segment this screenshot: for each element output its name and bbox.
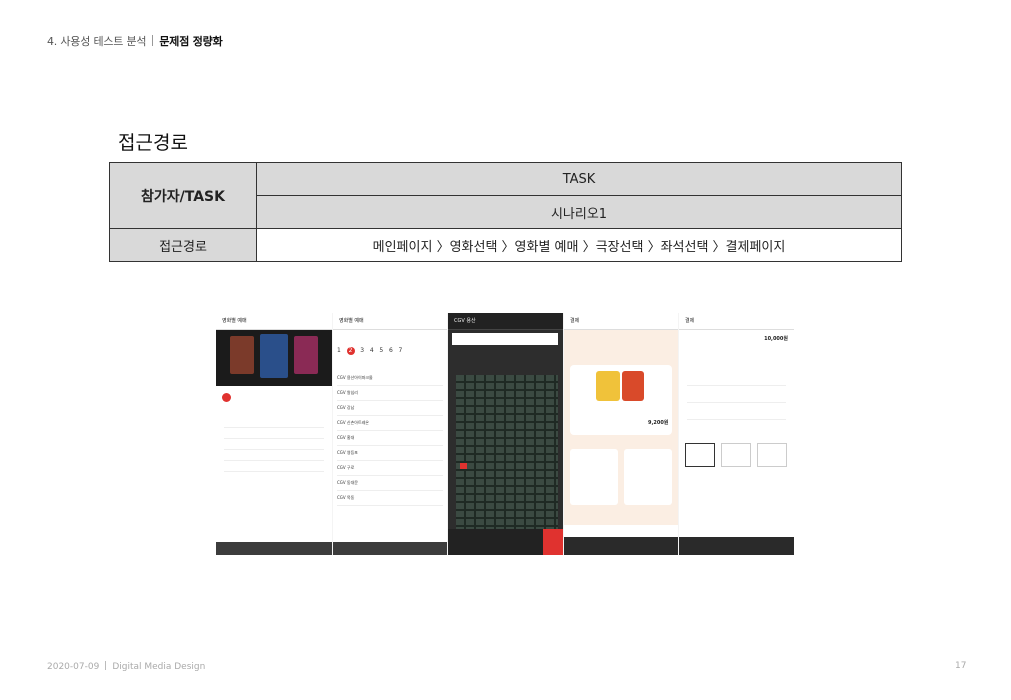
participant-task-header: 참가자/TASK <box>109 162 257 229</box>
task-header: TASK <box>256 162 902 196</box>
seat-grid <box>456 375 558 535</box>
footer-org: Digital Media Design <box>112 662 206 672</box>
bottom-bar <box>679 537 794 555</box>
payment-method-option <box>757 443 787 467</box>
theater-item: CGV 동대문 <box>337 476 443 491</box>
snack-price: 9,200원 <box>648 420 669 426</box>
list-item <box>224 439 324 450</box>
payment-section <box>687 403 786 420</box>
snack-card: 9,200원 <box>570 365 672 435</box>
selected-date: 2 <box>346 347 355 355</box>
page-header: 4. 사용성 테스트 분석 문제점 정량화 <box>47 33 223 49</box>
screen-theater-select: 영화별 예매 1 2 3 4 5 6 7 CGV 용산아이파크몰 CGV 왕십리… <box>333 313 447 555</box>
bottom-bar <box>564 537 678 555</box>
bottom-bar <box>216 542 332 555</box>
header-divider <box>152 35 154 46</box>
poster-image <box>294 336 318 374</box>
theater-item: CGV 영등포 <box>337 446 443 461</box>
footer-date: 2020-07-09 <box>47 662 100 672</box>
payment-section <box>687 386 786 403</box>
theater-item: CGV 왕십리 <box>337 386 443 401</box>
theater-item: CGV 구로 <box>337 461 443 476</box>
next-button <box>543 529 563 555</box>
screen4-title: 결제 <box>564 313 678 330</box>
poster-carousel <box>216 330 332 386</box>
screen1-title: 영화별 예매 <box>216 313 332 330</box>
screen-payment: 결제 10,000원 <box>679 313 794 555</box>
theater-item: CGV 홍대 <box>337 431 443 446</box>
header-section: 4. 사용성 테스트 분석 <box>47 35 147 48</box>
screen2-title: 영화별 예매 <box>333 313 447 330</box>
list-item <box>224 428 324 439</box>
people-select-bar <box>452 333 558 345</box>
access-path-table: 참가자/TASK TASK 시나리오1 접근경로 메인페이지 〉영화선택 〉영화… <box>109 162 902 262</box>
payment-method-option <box>685 443 715 467</box>
theater-item: CGV 강남 <box>337 401 443 416</box>
path-label: 접근경로 <box>109 228 257 262</box>
snack-option <box>570 449 618 505</box>
poster-image <box>230 336 254 374</box>
popcorn-image <box>596 371 620 401</box>
screen-snack-offer: 결제 9,200원 <box>564 313 678 555</box>
screen-seat-select: CGV 용산 <box>448 313 563 555</box>
screen3-title: CGV 용산 <box>448 313 563 330</box>
footer-divider <box>105 661 107 670</box>
drink-image <box>622 371 644 401</box>
path-value: 메인페이지 〉영화선택 〉영화별 예매 〉극장선택 〉좌석선택 〉결제페이지 <box>256 228 902 262</box>
date-row: 1 2 3 4 5 6 7 <box>337 347 403 355</box>
header-subsection: 문제점 정량화 <box>159 35 223 48</box>
scenario-cell: 시나리오1 <box>256 195 902 229</box>
snack-option <box>624 449 672 505</box>
poster-image <box>260 334 288 378</box>
theater-item: CGV 신촌아트레온 <box>337 416 443 431</box>
screenshot-strip: 영화별 예매 영화별 예매 1 2 3 4 5 6 7 CGV 용산아이파크몰 … <box>216 313 794 555</box>
list-item <box>224 461 324 472</box>
theater-item: CGV 용산아이파크몰 <box>337 371 443 386</box>
theater-item: CGV 목동 <box>337 491 443 506</box>
page-footer: 2020-07-09 Digital Media Design <box>47 661 205 672</box>
selected-seat <box>460 463 467 469</box>
selected-date-marker <box>222 393 231 402</box>
screen5-title: 결제 <box>679 313 794 330</box>
bottom-bar <box>333 542 447 555</box>
payment-method-option <box>721 443 751 467</box>
list-item <box>224 417 324 428</box>
list-item <box>224 450 324 461</box>
section-title: 접근경로 <box>118 132 188 154</box>
page-number: 17 <box>955 661 967 671</box>
screen-movie-select: 영화별 예매 <box>216 313 332 555</box>
payment-price: 10,000원 <box>764 336 788 342</box>
payment-section <box>687 369 786 386</box>
